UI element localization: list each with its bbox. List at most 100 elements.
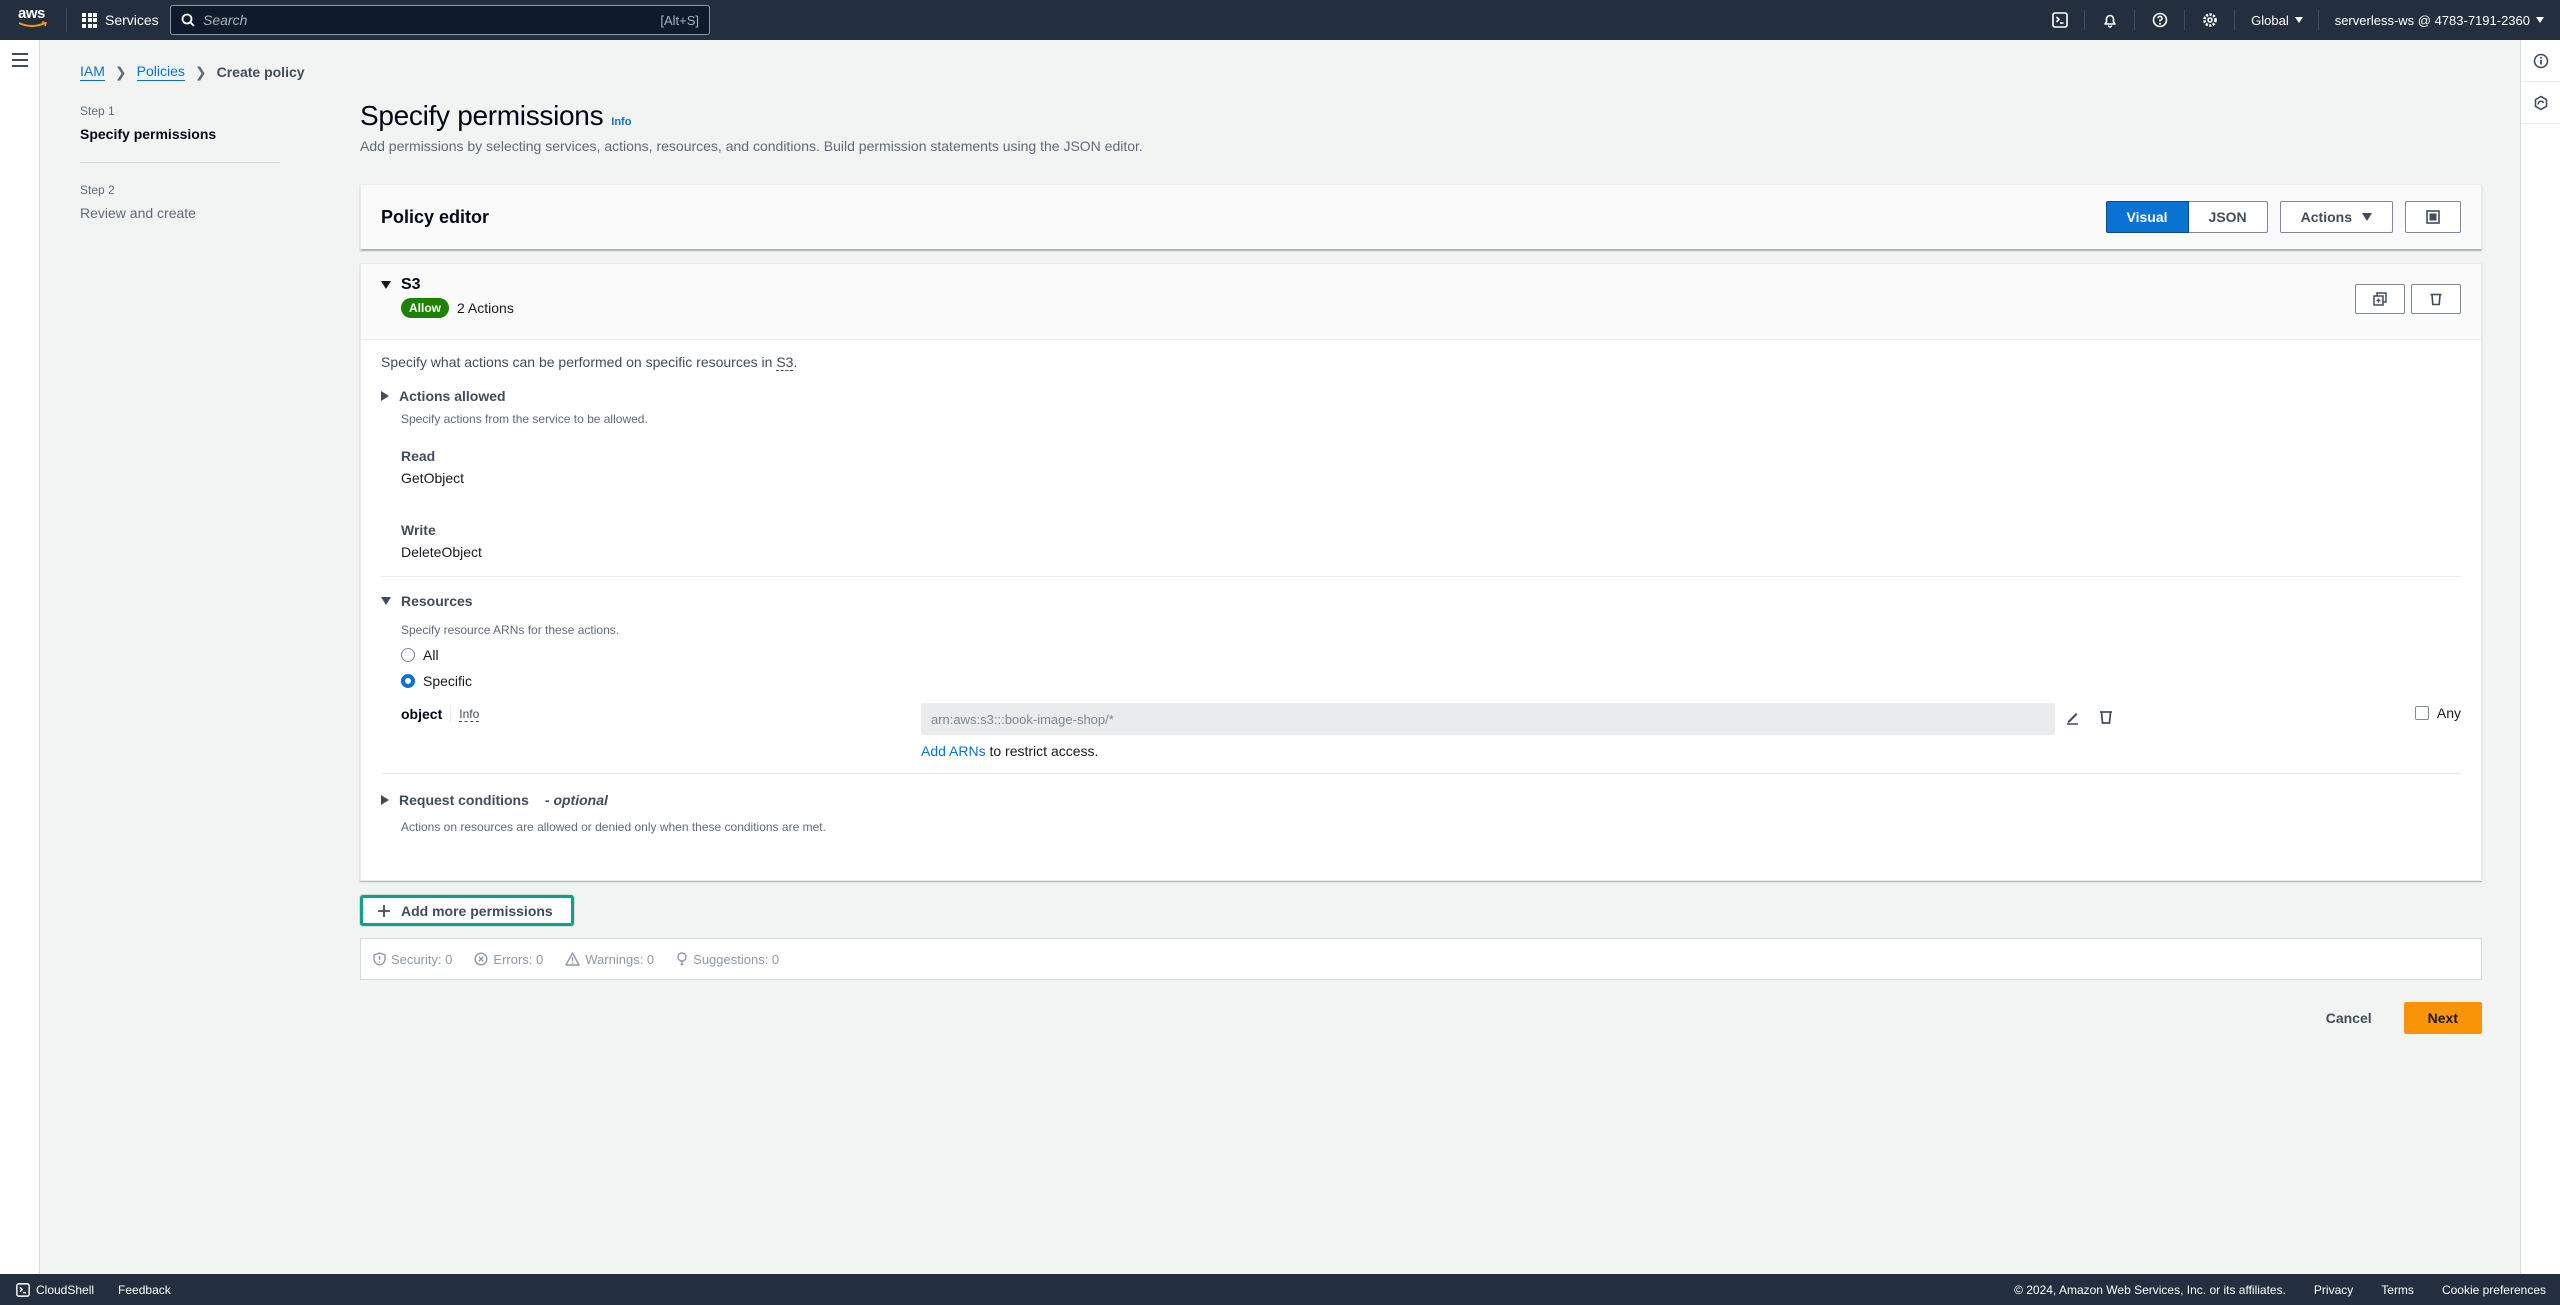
add-arns-hint: Add ARNs to restrict access. [921,743,1098,759]
cancel-button[interactable]: Cancel [2314,1010,2384,1026]
validation-security[interactable]: Security: 0 [373,952,452,967]
account-menu[interactable]: serverless-ws @ 4783-7191-2360 [2319,0,2560,40]
top-navigation: aws Services [Alt+S] Global serverless-w… [0,0,2560,40]
visual-mode-button[interactable]: Visual [2105,201,2189,233]
topnav-utilities: Global serverless-ws @ 4783-7191-2360 [2035,0,2560,40]
breadcrumb-policies[interactable]: Policies [136,63,185,81]
terms-link[interactable]: Terms [2381,1283,2414,1297]
resource-info-link[interactable]: Info [459,707,480,722]
settings-button[interactable] [2185,0,2236,40]
action-item: GetObject [401,470,465,486]
region-selector[interactable]: Global [2235,0,2319,40]
feature-panel-button[interactable] [2521,82,2560,124]
editor-mode-toggle: Visual JSON [2105,201,2268,233]
fullscreen-icon [2426,210,2440,224]
effect-badge: Allow [401,298,449,318]
privacy-link[interactable]: Privacy [2314,1283,2353,1297]
cloudshell-label: CloudShell [36,1282,95,1297]
request-conditions-toggle[interactable]: Request conditions - optional [381,792,2461,808]
actions-allowed-toggle[interactable]: Actions allowed [381,388,2461,404]
menu-icon[interactable] [12,53,28,67]
radio-button-selected[interactable] [401,674,415,688]
optional-label: - optional [544,792,608,808]
next-button[interactable]: Next [2403,1002,2482,1034]
caret-right-icon [381,795,389,805]
radio-label: All [423,647,439,663]
help-button[interactable] [2135,0,2186,40]
cloudshell-button[interactable] [2035,0,2086,40]
resource-option-all[interactable]: All [401,647,2461,663]
help-icon [2152,12,2168,28]
info-icon [2533,53,2549,68]
actions-label: Actions [2300,209,2352,225]
any-checkbox-row[interactable]: Any [2414,705,2461,721]
action-group-write: Write DeleteObject [401,522,2461,560]
add-more-permissions-button[interactable]: Add more permissions [360,895,574,926]
fullscreen-button[interactable] [2405,201,2461,233]
gear-icon [2203,13,2217,27]
any-checkbox[interactable] [2414,706,2429,720]
delete-arn-button[interactable] [2098,709,2114,728]
notifications-button[interactable] [2085,0,2136,40]
arn-value-field: arn:aws:s3:::book-image-shop/* [921,703,2055,735]
json-mode-button[interactable]: JSON [2188,201,2268,233]
step-number: Step 1 [80,104,115,118]
radio-button[interactable] [401,648,415,662]
statement-description-text: Specify what actions can be performed on… [381,354,777,370]
label-divider [450,705,452,723]
search-box[interactable]: [Alt+S] [170,5,710,35]
search-shortcut-hint: [Alt+S] [660,12,699,28]
validation-warnings[interactable]: Warnings: 0 [565,952,654,967]
caret-right-icon [381,391,389,401]
action-group-label: Read [401,448,436,464]
validation-errors[interactable]: Errors: 0 [474,952,543,967]
resource-option-specific[interactable]: Specific [401,673,2461,689]
resource-arn-row: object Info arn:aws:s3:::book-image-shop… [381,703,2461,763]
resources-description: Specify resource ARNs for these actions. [401,623,620,637]
statement-toggle[interactable]: S3 [381,276,2461,294]
add-arns-link[interactable]: Add ARNs [921,743,986,759]
step-2[interactable]: Step 2 Review and create [80,183,280,221]
info-link[interactable]: Info [611,116,631,128]
duplicate-icon [2373,292,2387,306]
aws-logo[interactable]: aws [18,6,52,33]
statement-description: Specify what actions can be performed on… [381,354,2461,371]
resources-title: Resources [401,593,473,609]
step-title: Review and create [80,205,196,221]
resources-toggle[interactable]: Resources [381,593,2461,609]
actions-count: 2 Actions [457,300,514,316]
actions-dropdown-button[interactable]: Actions [2279,201,2393,233]
step-divider [80,162,280,163]
region-label: Global [2251,12,2289,28]
cloudshell-footer-button[interactable]: CloudShell [16,1283,94,1297]
delete-statement-button[interactable] [2411,284,2461,314]
cookie-preferences-link[interactable]: Cookie preferences [2442,1283,2546,1297]
edit-arn-button[interactable] [2065,709,2081,728]
validation-suggestions[interactable]: Suggestions: 0 [676,952,779,967]
services-menu-button[interactable]: Services [82,0,159,40]
breadcrumb-iam[interactable]: IAM [80,63,105,81]
lightbulb-icon [677,952,687,966]
step-1: Step 1 Specify permissions [80,104,280,142]
service-tooltip-link[interactable]: S3 [776,354,794,371]
policy-editor-title: Policy editor [381,206,490,227]
hexagon-icon [2534,95,2548,110]
search-input[interactable] [203,12,661,28]
policy-editor-header: Policy editor Visual JSON Actions [360,184,2482,250]
info-panel-button[interactable] [2521,40,2560,82]
breadcrumb-current: Create policy [216,64,305,80]
left-rail [0,40,40,1274]
statement-header: S3 Allow 2 Actions [361,264,2481,340]
wizard-actions: Cancel Next [2314,1002,2482,1034]
feedback-button[interactable]: Feedback [118,1283,171,1297]
statement-description-end: . [793,354,798,370]
trash-icon [2100,711,2112,724]
shield-icon [373,952,386,966]
caret-down-icon [2294,17,2303,23]
duplicate-statement-button[interactable] [2355,284,2405,314]
policy-validation-bar: Security: 0 Errors: 0 Warnings: 0 Sugges… [360,938,2482,980]
resource-type-label: object [401,706,443,722]
actions-allowed-description: Specify actions from the service to be a… [401,412,648,426]
service-name: S3 [401,276,421,293]
grid-icon [82,12,97,28]
